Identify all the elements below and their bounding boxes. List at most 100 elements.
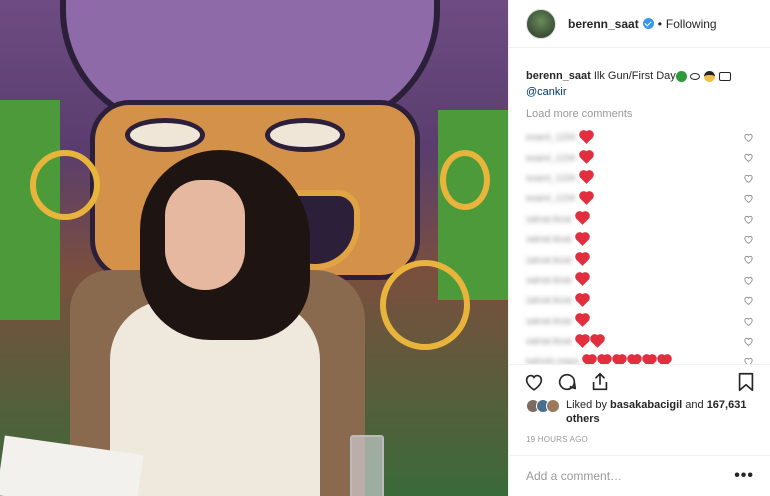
red-heart-emoji-icon [628, 355, 641, 364]
comment-row: satnat.ikoal [526, 249, 754, 269]
comment-hearts [575, 314, 589, 328]
heart-icon [744, 256, 753, 265]
liker-avatars [526, 399, 560, 426]
comment-row: satnat.ikoal [526, 209, 754, 229]
clover-emoji-icon [675, 70, 687, 82]
heart-icon [744, 174, 753, 183]
heart-icon [744, 195, 753, 204]
heart-icon [744, 215, 753, 224]
post-photo[interactable] [0, 0, 508, 496]
comment-hearts [575, 232, 589, 246]
comment-username[interactable]: kahvdz.mayo [526, 356, 579, 364]
heart-icon [744, 154, 753, 163]
comment-username[interactable]: eoaml_1234 [526, 132, 576, 142]
comment-username[interactable]: satnat.ikoal [526, 295, 572, 305]
load-more-comments[interactable]: Load more comments [526, 108, 754, 120]
mural-eye-left [125, 118, 205, 152]
caption-text: Ilk Gun/First Day [593, 70, 676, 82]
comment-like-button[interactable] [743, 275, 754, 286]
comment-like-button[interactable] [743, 214, 754, 225]
red-heart-emoji-icon [583, 355, 596, 364]
comment-button[interactable] [555, 370, 579, 394]
save-button[interactable] [734, 370, 758, 394]
comment-like-button[interactable] [743, 254, 754, 265]
verified-badge-icon [642, 18, 654, 29]
heart-icon [744, 317, 753, 326]
comment-hearts [575, 334, 604, 348]
red-heart-emoji-icon [575, 314, 589, 328]
comment-username[interactable]: satnat.ikoal [526, 214, 572, 224]
share-button[interactable] [588, 370, 612, 394]
action-bar [509, 364, 770, 398]
comment-username[interactable]: satnat.ikoal [526, 336, 572, 346]
comment-row: eoaml_1234 [526, 147, 754, 167]
comment-username[interactable]: satnat.ikoal [526, 275, 572, 285]
comment-like-button[interactable] [743, 295, 754, 306]
red-heart-emoji-icon [579, 130, 593, 144]
comment-hearts [575, 253, 589, 266]
comment-hearts [575, 212, 589, 226]
bookmark-icon [738, 372, 754, 391]
mural-eye-right [265, 118, 345, 152]
comment-like-button[interactable] [743, 152, 754, 163]
avatar[interactable] [526, 8, 556, 39]
red-heart-emoji-icon [575, 253, 589, 266]
comment-hearts [579, 151, 593, 164]
red-heart-emoji-icon [575, 232, 589, 246]
red-heart-emoji-icon [579, 171, 593, 185]
comment-username[interactable]: satnat.ikoal [526, 316, 572, 326]
more-options-icon[interactable]: ••• [734, 467, 754, 485]
comment-username[interactable]: eoaml_1234 [526, 153, 576, 163]
comment-username[interactable]: satnat.ikoal [526, 234, 572, 244]
comment-like-button[interactable] [743, 336, 754, 347]
comment-username[interactable]: eoaml_1234 [526, 193, 576, 203]
likes-summary: Liked by basakabacigil and 167,631 other… [526, 398, 758, 426]
comment-like-button[interactable] [743, 356, 754, 364]
comment-row: satnat.ikoal [526, 290, 754, 310]
red-heart-emoji-icon [575, 334, 589, 348]
comment-username[interactable]: eoaml_1234 [526, 173, 576, 183]
red-heart-emoji-icon [643, 355, 656, 364]
comment-input[interactable] [526, 469, 735, 483]
liker-username[interactable]: basakabacigil [610, 399, 682, 411]
comment-hearts [579, 171, 593, 185]
red-heart-emoji-icon [575, 212, 589, 226]
avatar [546, 399, 560, 413]
heart-icon [744, 358, 753, 364]
comment-row: satnat.ikoal [526, 311, 754, 331]
comment-like-button[interactable] [743, 316, 754, 327]
following-button[interactable]: Following [666, 17, 717, 31]
comment-like-button[interactable] [743, 173, 754, 184]
mural-swirl [30, 150, 100, 220]
comment-hearts [575, 293, 589, 307]
comment-hearts [579, 191, 593, 205]
likes-prefix: Liked by [566, 399, 607, 411]
post-side-panel: berenn_saat • Following berenn_saat Ilk … [508, 0, 770, 496]
heart-icon [744, 296, 753, 306]
comment-row: eoaml_1234 [526, 127, 754, 147]
comment-username[interactable]: satnat.ikoal [526, 255, 572, 265]
comment-row: satnat.ikoal [526, 331, 754, 351]
separator-dot: • [657, 16, 662, 31]
red-heart-emoji-icon [579, 191, 593, 205]
author-username[interactable]: berenn_saat [568, 17, 639, 31]
caption-username[interactable]: berenn_saat [526, 70, 591, 82]
eye-emoji-icon [689, 72, 700, 80]
comment-like-button[interactable] [743, 193, 754, 204]
face-emoji-icon [703, 70, 715, 82]
comment-like-button[interactable] [743, 132, 754, 143]
comment-row: eoaml_1234 [526, 188, 754, 208]
like-button[interactable] [522, 370, 546, 394]
water-glass [350, 435, 384, 496]
share-icon [592, 372, 608, 390]
heart-icon [525, 374, 543, 391]
post-timestamp[interactable]: 19 HOURS AGO [526, 435, 588, 444]
red-heart-emoji-icon [590, 334, 604, 348]
camera-emoji-icon [718, 71, 731, 81]
likes-text: Liked by basakabacigil and 167,631 other… [566, 398, 758, 426]
comment-like-button[interactable] [743, 234, 754, 245]
comment-row: satnat.ikoal [526, 229, 754, 249]
comment-list: eoaml_1234 eoaml_1234 eoaml_1234 eoaml_1234… [526, 127, 754, 364]
heart-icon [744, 276, 753, 285]
caption-mention[interactable]: @cankir [526, 86, 567, 98]
